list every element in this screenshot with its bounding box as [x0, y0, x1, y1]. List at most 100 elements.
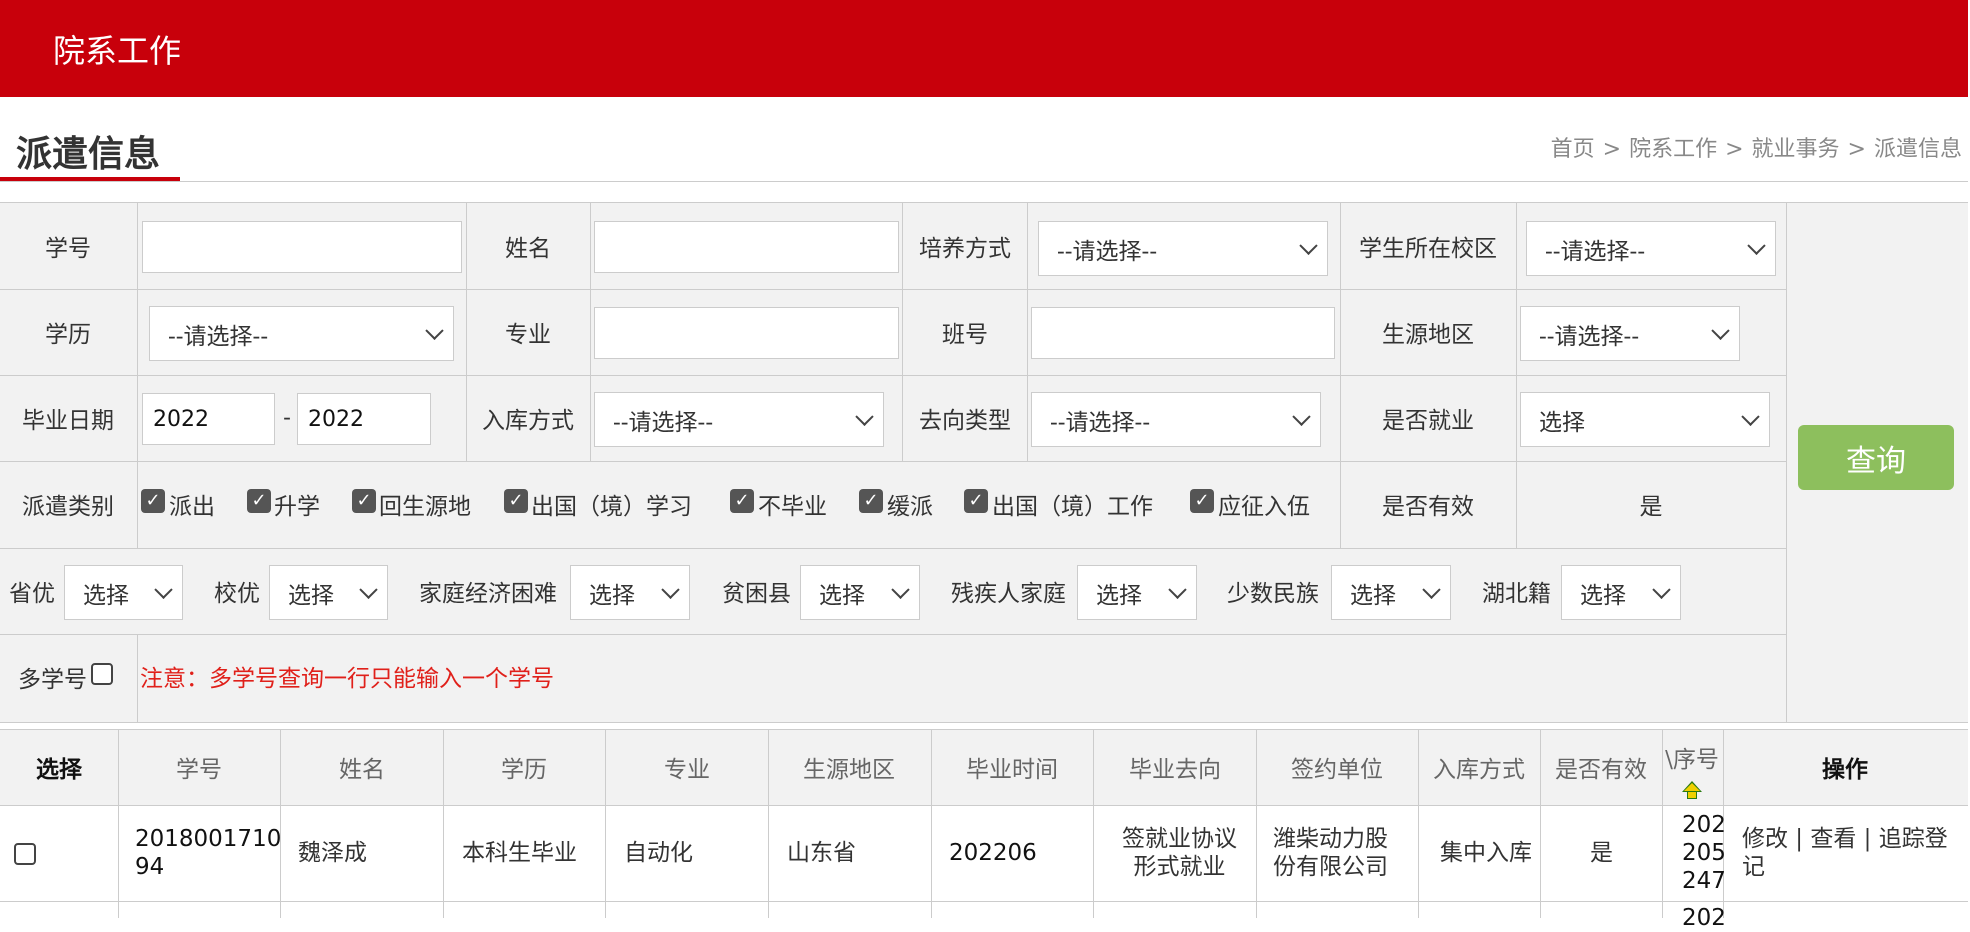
dest-type-select[interactable]: --请选择--: [1031, 392, 1321, 447]
financial-hardship-select[interactable]: 选择: [570, 565, 690, 620]
employed-select[interactable]: 选择: [1520, 392, 1770, 447]
cell-destination-line: 形式就业: [1133, 854, 1226, 880]
checkbox-dispatch-abroad-work[interactable]: ✓: [964, 489, 988, 513]
campus-select[interactable]: --请选择--: [1526, 221, 1776, 276]
divider: [137, 203, 138, 548]
breadcrumb-affairs[interactable]: 就业事务: [1752, 137, 1840, 162]
school-excellent-label: 校优: [214, 581, 260, 607]
breadcrumb-dept[interactable]: 院系工作: [1629, 137, 1717, 162]
multi-id-label: 多学号: [18, 667, 87, 693]
name-input[interactable]: [594, 221, 899, 273]
checkbox-dispatch-defer[interactable]: ✓: [859, 489, 883, 513]
cell-seq-line: 202: [1682, 812, 1726, 838]
divider: [280, 729, 281, 918]
valid-value: 是: [1639, 494, 1663, 520]
financial-hardship-label: 家庭经济困难: [419, 581, 557, 607]
query-button[interactable]: 查询: [1798, 425, 1954, 490]
dispatch-option-label: 出国（境）学习: [531, 494, 692, 520]
chevron-down-icon: [1741, 407, 1760, 426]
divider: [0, 901, 1968, 902]
cell-seq-line: 205: [1682, 840, 1726, 866]
checkbox-dispatch-no-grad[interactable]: ✓: [730, 489, 754, 513]
major-label: 专业: [505, 322, 551, 348]
dispatch-option-label: 缓派: [887, 494, 933, 520]
ethnic-minority-select[interactable]: 选择: [1331, 565, 1451, 620]
column-header-valid[interactable]: 是否有效: [1555, 750, 1647, 784]
checkbox-dispatch-abroad-study[interactable]: ✓: [504, 489, 528, 513]
divider: [118, 729, 119, 918]
chevron-down-icon: [855, 407, 874, 426]
valid-label: 是否有效: [1382, 494, 1474, 520]
select-value: 选择: [1350, 582, 1396, 609]
training-select-value: --请选择--: [1057, 238, 1158, 265]
select-value: 选择: [83, 582, 129, 609]
top-bar: 院系工作: [0, 0, 1968, 97]
column-header-major[interactable]: 专业: [664, 750, 710, 784]
column-header-origin[interactable]: 生源地区: [803, 750, 895, 784]
cell-education: 本科生毕业: [462, 840, 577, 866]
training-label: 培养方式: [919, 236, 1011, 262]
employed-select-value: 选择: [1539, 409, 1585, 436]
chevron-down-icon: [425, 321, 444, 340]
multi-id-checkbox[interactable]: [91, 663, 113, 685]
column-header-name[interactable]: 姓名: [339, 750, 385, 784]
storage-select-value: --请选择--: [613, 409, 714, 436]
dispatch-option-label: 升学: [274, 494, 320, 520]
column-header-student-id[interactable]: 学号: [176, 750, 222, 784]
grad-date-to-input[interactable]: 2022: [297, 393, 431, 445]
cell-seq-line: 247: [1682, 868, 1726, 894]
dest-type-label: 去向类型: [919, 408, 1011, 434]
column-header-education[interactable]: 学历: [501, 750, 547, 784]
row-action-links-wrap[interactable]: 记: [1742, 853, 1948, 881]
hubei-origin-select[interactable]: 选择: [1561, 565, 1681, 620]
cell-actions[interactable]: 修改 | 查看 | 追踪登记: [1742, 825, 1948, 881]
origin-select[interactable]: --请选择--: [1520, 306, 1740, 361]
checkbox-dispatch-study[interactable]: ✓: [247, 489, 271, 513]
cell-student-id-line: 2018001710: [135, 826, 282, 852]
column-header-destination[interactable]: 毕业去向: [1129, 750, 1221, 784]
row-action-links[interactable]: 修改 | 查看 | 追踪登: [1742, 825, 1948, 853]
row-select-checkbox[interactable]: [14, 843, 36, 865]
column-header-actions: 操作: [1822, 757, 1868, 783]
results-table: 选择 学号 姓名 学历 专业 生源地区 毕业时间 毕业去向 签约单位 入库方式 …: [0, 729, 1968, 931]
chevron-down-icon: [1292, 407, 1311, 426]
cell-destination-line: 签就业协议: [1122, 826, 1237, 852]
column-header-seq[interactable]: \序号: [1665, 740, 1719, 774]
grad-date-from-input[interactable]: 2022: [142, 393, 275, 445]
class-input[interactable]: [1031, 307, 1335, 359]
training-select[interactable]: --请选择--: [1038, 221, 1328, 276]
poor-county-select[interactable]: 选择: [800, 565, 920, 620]
checkbox-dispatch-return[interactable]: ✓: [352, 489, 376, 513]
chevron-down-icon: [1422, 580, 1441, 599]
page-title: 派遣信息: [16, 134, 161, 175]
grad-date-label: 毕业日期: [22, 408, 114, 434]
campus-label: 学生所在校区: [1359, 236, 1497, 262]
column-header-storage[interactable]: 入库方式: [1433, 750, 1525, 784]
employed-label: 是否就业: [1382, 408, 1474, 434]
disabled-family-select[interactable]: 选择: [1077, 565, 1197, 620]
chevron-down-icon: [1299, 236, 1318, 255]
divider: [902, 203, 903, 461]
breadcrumb-home[interactable]: 首页: [1551, 137, 1595, 162]
divider: [466, 203, 467, 461]
checkbox-dispatch-out[interactable]: ✓: [141, 489, 165, 513]
class-label: 班号: [942, 322, 988, 348]
school-excellent-select[interactable]: 选择: [269, 565, 388, 620]
storage-label: 入库方式: [482, 408, 574, 434]
provincial-excellent-select[interactable]: 选择: [64, 565, 183, 620]
divider: [1662, 729, 1663, 918]
storage-select[interactable]: --请选择--: [594, 392, 884, 447]
major-input[interactable]: [594, 307, 899, 359]
divider: [605, 729, 606, 918]
column-header-employer[interactable]: 签约单位: [1291, 750, 1383, 784]
hubei-origin-label: 湖北籍: [1482, 581, 1551, 607]
breadcrumb-sep: >: [1847, 137, 1866, 162]
chevron-down-icon: [1168, 580, 1187, 599]
education-select[interactable]: --请选择--: [149, 306, 454, 361]
column-header-grad-time[interactable]: 毕业时间: [966, 750, 1058, 784]
checkbox-dispatch-military[interactable]: ✓: [1190, 489, 1214, 513]
chevron-down-icon: [1711, 321, 1730, 340]
cell-seq-partial: 202: [1682, 905, 1726, 931]
student-id-input[interactable]: [142, 221, 462, 273]
cell-storage: 集中入库: [1440, 840, 1532, 866]
